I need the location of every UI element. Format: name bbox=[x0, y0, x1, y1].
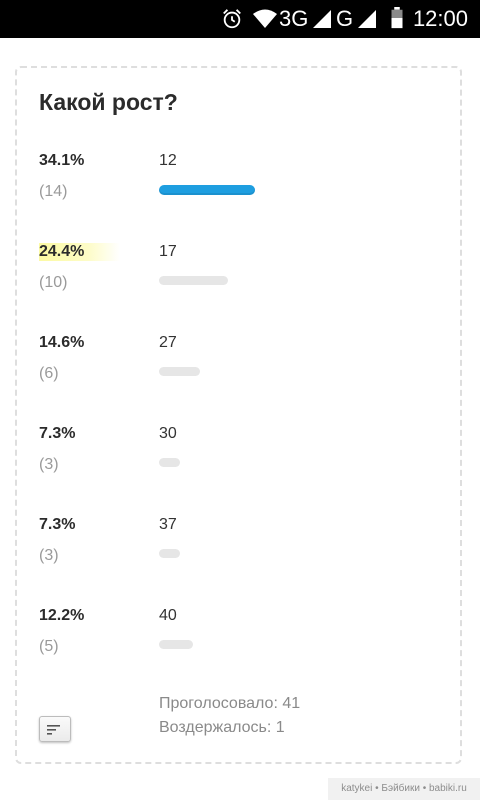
poll-title: Какой рост? bbox=[39, 89, 178, 115]
option-vote-count: (5) bbox=[39, 638, 59, 655]
wifi-icon bbox=[253, 9, 277, 28]
option-label: 30 bbox=[159, 425, 177, 442]
option-vote-count: (10) bbox=[39, 274, 68, 291]
voted-count: Проголосовало: 41 bbox=[159, 695, 301, 712]
abstained-count: Воздержалось: 1 bbox=[159, 719, 285, 736]
option-label: 37 bbox=[159, 516, 177, 533]
watermark: katykei • Бэйбики • babiki.ru bbox=[328, 778, 480, 800]
option-vote-count: (3) bbox=[39, 547, 59, 564]
option-vote-count: (6) bbox=[39, 365, 59, 382]
alarm-icon bbox=[223, 9, 241, 29]
clock: 12:00 bbox=[412, 6, 468, 31]
option-label: 17 bbox=[159, 243, 177, 260]
option-percent: 14.6% bbox=[39, 334, 85, 351]
option-percent: 34.1% bbox=[39, 152, 85, 169]
poll-card bbox=[15, 66, 462, 764]
option-label: 12 bbox=[159, 152, 177, 169]
battery-icon bbox=[391, 7, 403, 29]
option-bar bbox=[159, 640, 193, 649]
option-vote-count: (3) bbox=[39, 456, 59, 473]
option-bar bbox=[159, 458, 180, 467]
option-percent: 24.4% bbox=[39, 243, 121, 261]
network-g-label: G bbox=[336, 6, 354, 31]
sort-lines-icon bbox=[47, 725, 60, 735]
option-bar bbox=[159, 185, 255, 195]
option-percent: 7.3% bbox=[39, 516, 76, 533]
option-label: 27 bbox=[159, 334, 177, 351]
status-bar: 3G G 12:00 bbox=[0, 0, 480, 38]
signal-icon bbox=[313, 10, 331, 28]
option-bar bbox=[159, 276, 228, 285]
option-percent: 7.3% bbox=[39, 425, 76, 442]
option-percent: 12.2% bbox=[39, 607, 85, 624]
option-vote-count: (14) bbox=[39, 183, 68, 200]
option-label: 40 bbox=[159, 607, 177, 624]
signal-icon bbox=[358, 10, 376, 28]
option-bar bbox=[159, 549, 180, 558]
network-3g-label: 3G bbox=[279, 6, 309, 31]
option-bar bbox=[159, 367, 200, 376]
results-button[interactable] bbox=[39, 716, 71, 742]
